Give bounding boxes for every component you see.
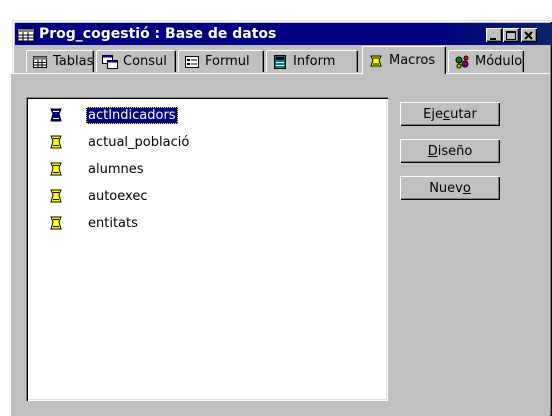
list-item-label: entitats (88, 215, 138, 231)
tab-tablas[interactable]: Tablas (26, 50, 94, 72)
list-item-label: actual_població (88, 134, 190, 150)
list-item[interactable]: entitats (48, 213, 140, 233)
macro-icon (50, 162, 62, 176)
tab-consultas[interactable]: Consul (96, 50, 176, 72)
table-icon (33, 55, 47, 68)
close-button[interactable] (521, 28, 537, 42)
macro-icon (50, 216, 62, 230)
minimize-icon (490, 38, 496, 40)
object-tabs: Tablas Consul Formul Inform Macros Módul… (10, 44, 550, 74)
maximize-icon (506, 31, 516, 40)
tab-modulos[interactable]: Módulo (448, 50, 524, 72)
tab-macros[interactable]: Macros (362, 46, 446, 74)
tab-informes[interactable]: Inform (266, 50, 358, 72)
list-item[interactable]: alumnes (48, 159, 146, 179)
macro-icon (50, 189, 62, 203)
macro-list[interactable]: actIndicadors actual_població alumnes au… (26, 97, 388, 401)
title-bar[interactable]: Prog_cogestió : Base de datos (15, 23, 552, 45)
list-item[interactable]: actIndicadors (48, 105, 178, 125)
tab-label: Formul (205, 54, 250, 69)
tab-label: Módulo (475, 54, 523, 69)
button-label: Diseño (427, 143, 473, 159)
button-label: Nuevo (429, 180, 471, 196)
query-icon (102, 54, 118, 69)
macro-icon (370, 55, 382, 66)
list-item[interactable]: actual_població (48, 132, 191, 152)
design-button[interactable]: Diseño (400, 139, 500, 163)
minimize-button[interactable] (486, 28, 502, 42)
macro-icon (50, 108, 62, 122)
maximize-button[interactable] (503, 28, 519, 42)
tab-label: Tablas (53, 54, 94, 69)
tab-label: Macros (389, 53, 436, 68)
list-item[interactable]: autoexec (48, 186, 149, 206)
list-item-label: alumnes (88, 161, 144, 177)
tab-label: Consul (123, 54, 167, 69)
button-label: Ejecutar (423, 106, 477, 122)
tab-label: Inform (293, 54, 336, 69)
database-icon (17, 26, 35, 42)
list-item-label: autoexec (88, 188, 148, 204)
list-item-label: actIndicadors (86, 106, 178, 124)
window-title: Prog_cogestió : Base de datos (39, 26, 277, 42)
tab-formularios[interactable]: Formul (178, 50, 264, 72)
new-button[interactable]: Nuevo (400, 176, 500, 200)
report-icon (274, 54, 286, 69)
run-button[interactable]: Ejecutar (400, 102, 500, 126)
macro-icon (50, 135, 62, 149)
form-icon (185, 55, 199, 68)
module-icon (455, 55, 469, 68)
close-icon (524, 31, 533, 40)
